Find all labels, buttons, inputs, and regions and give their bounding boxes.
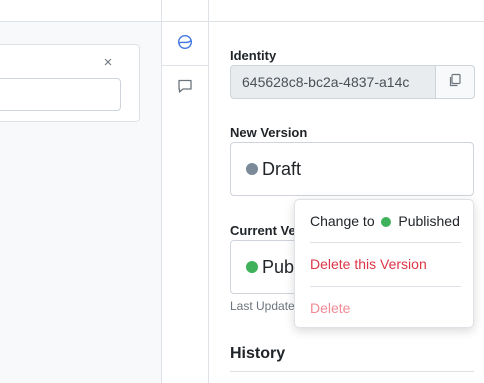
new-version-label: New Version: [230, 125, 308, 140]
revisions-icon: [177, 34, 193, 55]
comment-icon: [177, 78, 193, 99]
change-to-label: Change to: [310, 213, 375, 229]
identity-field-group: 645628c8-bc2a-4837-a14c: [230, 65, 484, 99]
editor-topbar: [0, 0, 161, 22]
menu-item-delete[interactable]: Delete: [295, 287, 473, 329]
copy-icon: [448, 73, 462, 92]
current-version-status-text: Published: [262, 256, 298, 277]
close-icon[interactable]: ×: [101, 55, 115, 70]
copy-button[interactable]: [435, 65, 475, 99]
panel-header: [209, 0, 484, 22]
last-updated-text: Last Updated: [230, 299, 300, 313]
editor-pane: ×: [0, 0, 162, 383]
new-version-status-text: Draft: [262, 158, 302, 179]
sidebar-rail: [162, 0, 209, 383]
rail-header: [162, 0, 208, 22]
change-target-label: Published: [398, 213, 460, 229]
published-status-dot: [246, 261, 258, 273]
menu-item-delete-version[interactable]: Delete this Version: [295, 243, 473, 285]
rail-item-revisions[interactable]: [162, 22, 208, 66]
identity-label: Identity: [230, 48, 277, 63]
current-version-label: Current Version: [230, 223, 300, 238]
history-heading: History: [230, 345, 286, 362]
version-actions-menu: Change to Published Delete this Version …: [294, 199, 474, 328]
identity-field[interactable]: 645628c8-bc2a-4837-a14c: [230, 65, 436, 99]
menu-item-change-status[interactable]: Change to Published: [295, 200, 473, 242]
history-divider: [230, 371, 474, 372]
current-version-status[interactable]: Published: [230, 240, 298, 294]
field-input[interactable]: [0, 78, 121, 111]
app-root: × Identity 645628c8-bc2a-4837-a14c New V…: [0, 0, 484, 383]
rail-item-comments[interactable]: [162, 66, 208, 110]
field-card: ×: [0, 44, 140, 122]
new-version-status-select[interactable]: Draft: [230, 142, 474, 196]
draft-status-dot: [246, 163, 258, 175]
published-status-dot: [380, 217, 391, 227]
